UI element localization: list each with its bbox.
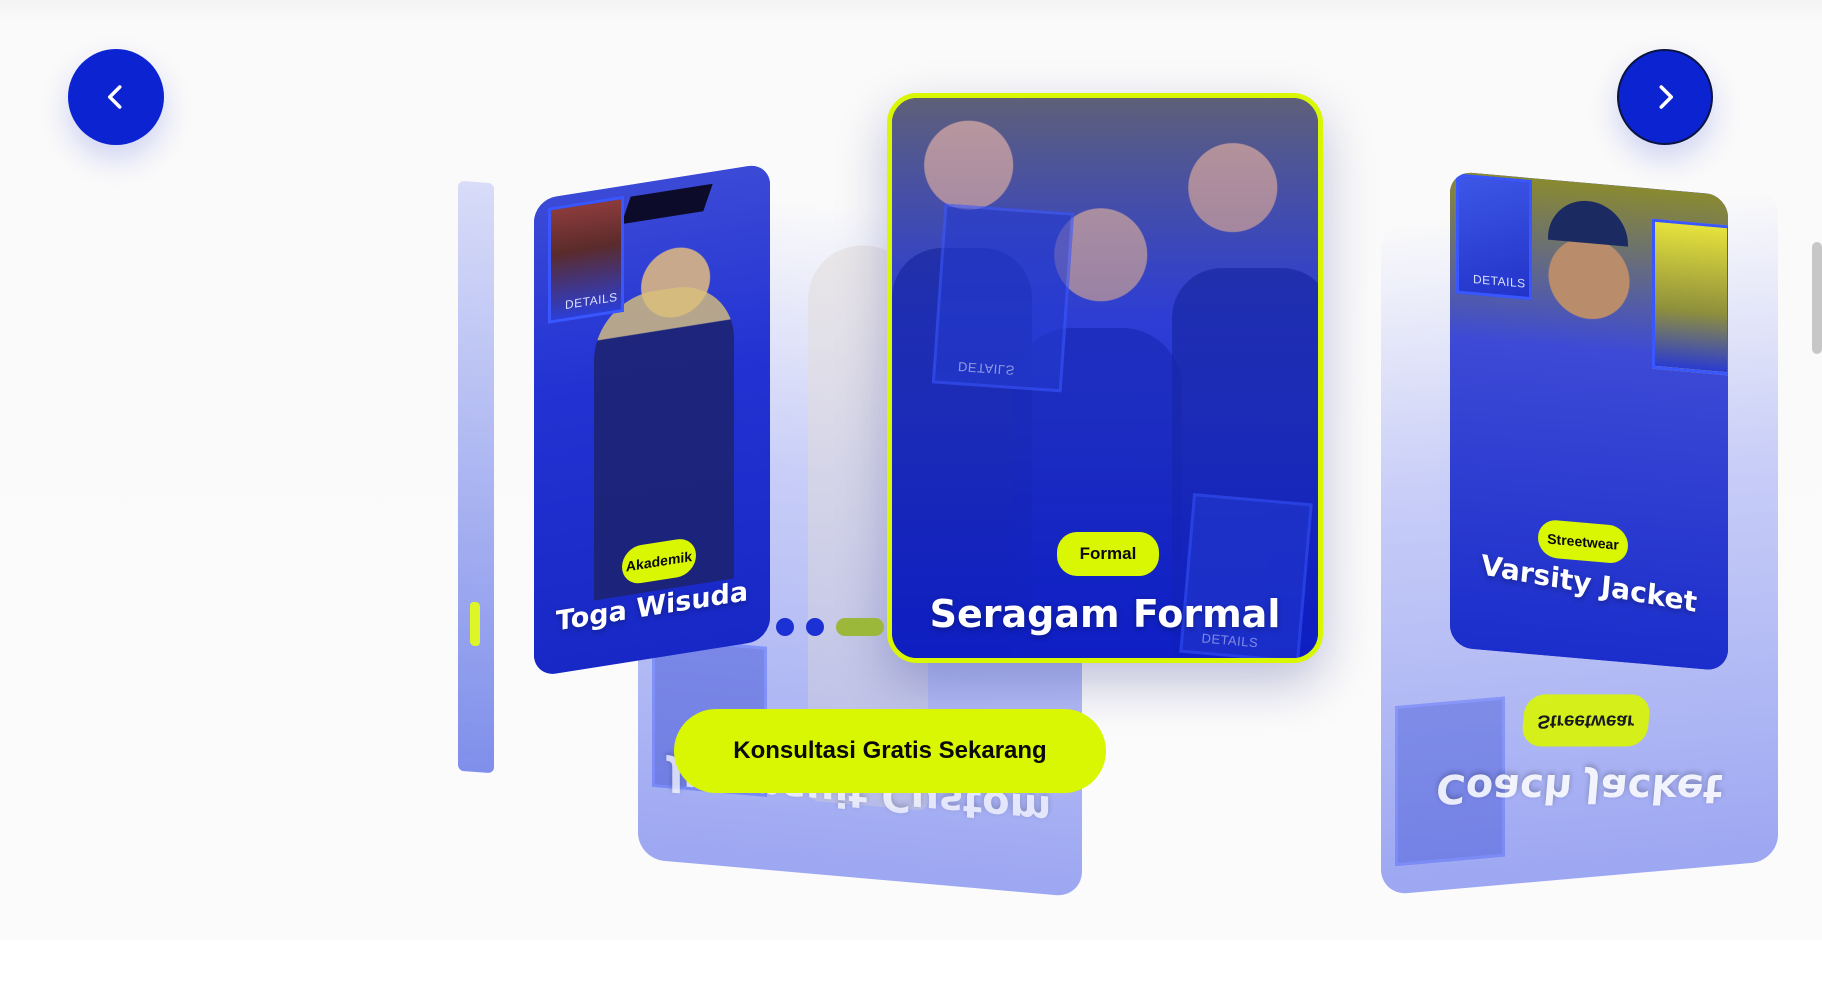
- pagination-dot-1[interactable]: [776, 618, 794, 636]
- consultation-cta-button[interactable]: Konsultasi Gratis Sekarang: [674, 709, 1106, 793]
- prev-button[interactable]: [68, 49, 164, 145]
- chevron-right-icon: [1659, 85, 1673, 109]
- card-thumbnail-2[interactable]: DETAILS: [1456, 173, 1532, 301]
- next-button[interactable]: [1617, 49, 1713, 145]
- details-label-3: DETAILS: [957, 359, 1016, 378]
- page-scrollbar[interactable]: [1812, 242, 1822, 354]
- carousel-pagination: [776, 618, 884, 636]
- carousel-card-sliver[interactable]: [458, 180, 494, 774]
- ghost-card-tag: Streetwear: [1520, 694, 1652, 747]
- card-thumbnail-5[interactable]: DETAILS: [1179, 493, 1313, 658]
- pagination-dot-3-active[interactable]: [836, 618, 884, 636]
- card-thumbnail-3[interactable]: [1652, 218, 1728, 376]
- pagination-dot-2[interactable]: [806, 618, 824, 636]
- page-bottom-area: [0, 940, 1822, 981]
- carousel-stage: Jumpsuit Custom Streetwear Coach Jacket …: [0, 0, 1822, 940]
- carousel-card-toga-wisuda[interactable]: DETAILS Akademik Toga Wisuda: [534, 162, 770, 677]
- sliver-tag: [470, 601, 480, 647]
- carousel-card-seragam-formal[interactable]: DETAILS DETAILS Formal Seragam Formal: [887, 93, 1323, 663]
- card-thumbnail[interactable]: DETAILS: [548, 195, 624, 324]
- ghost-card-title-2: Coach Jacket: [1434, 764, 1725, 812]
- chevron-left-icon: [108, 85, 122, 109]
- carousel-card-varsity-jacket[interactable]: DETAILS Streetwear Varsity Jacket: [1450, 171, 1728, 672]
- card-tag-3: Formal: [1057, 532, 1159, 576]
- card-thumbnail-4[interactable]: DETAILS: [931, 203, 1075, 393]
- card-title-3: Seragam Formal: [929, 592, 1281, 636]
